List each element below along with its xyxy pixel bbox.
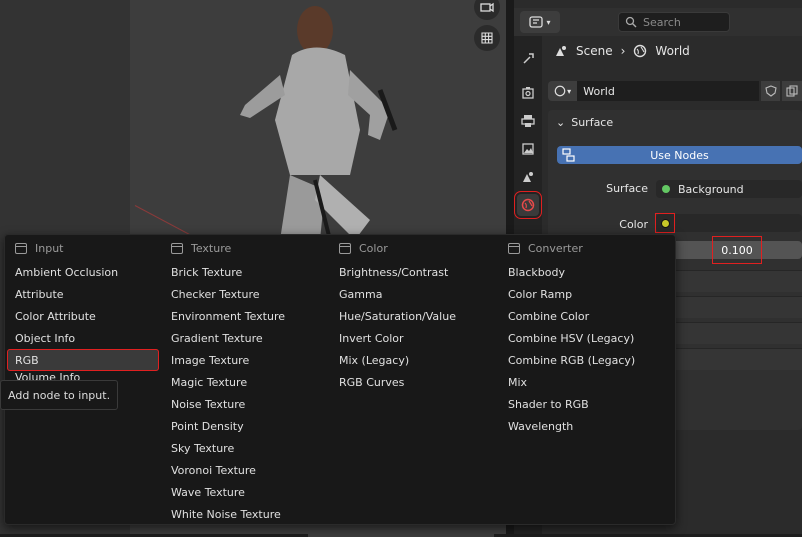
menu-column-header: Converter [500,235,670,261]
render-tab[interactable] [517,82,539,104]
menu-item[interactable]: Mix [500,371,670,393]
menu-item[interactable]: Voronoi Texture [163,459,328,481]
menu-column-converter: Converter Blackbody Color Ramp Combine C… [500,235,670,437]
chevron-right-icon: › [620,44,626,58]
menu-item[interactable]: Invert Color [331,327,496,349]
menu-item[interactable]: Brick Texture [163,261,328,283]
menu-item[interactable]: Combine RGB (Legacy) [500,349,670,371]
menu-item[interactable]: Checker Texture [163,283,328,305]
search-icon [625,16,637,28]
breadcrumb: Scene › World [554,44,690,58]
breadcrumb-scene[interactable]: Scene [576,44,613,58]
converter-category-icon [508,242,520,254]
input-category-icon [15,242,27,254]
strength-value[interactable]: 0.100 [712,236,762,264]
surface-label: Surface [606,182,648,195]
world-icon [634,44,647,58]
viewport-bottom-button[interactable] [308,527,494,537]
menu-column-header: Input [7,235,159,261]
camera-back-icon [522,87,534,99]
menu-item[interactable]: Environment Texture [163,305,328,327]
scene-tab[interactable] [517,166,539,188]
tool-tab[interactable] [517,48,539,70]
surface-panel-title: Surface [571,116,614,129]
menu-item[interactable]: Brightness/Contrast [331,261,496,283]
view-layer-tab[interactable] [517,138,539,160]
menu-item[interactable]: RGB Curves [331,371,496,393]
character-model[interactable] [220,0,420,240]
menu-item[interactable]: Hue/Saturation/Value [331,305,496,327]
chevron-down-icon: ⌄ [556,116,566,129]
menu-item[interactable]: Blackbody [500,261,670,283]
texture-category-icon [171,242,183,254]
shader-socket-icon [662,185,670,193]
properties-editor-icon [529,16,544,28]
menu-column-texture: Texture Brick Texture Checker Texture En… [163,235,328,525]
menu-item[interactable]: Sky Texture [163,437,328,459]
duplicate-button[interactable] [782,81,802,101]
tooltip: Add node to input. [0,380,118,410]
menu-item[interactable]: Mix (Legacy) [331,349,496,371]
menu-item[interactable]: Attribute [7,283,159,305]
scene-icon [556,46,566,56]
chevron-down-icon: ▾ [546,17,551,27]
world-name-field[interactable]: World [577,81,759,101]
image-icon [522,143,534,155]
menu-column-header: Color [331,235,496,261]
wrench-icon [523,53,534,64]
use-nodes-button[interactable]: Use Nodes [557,146,802,164]
menu-item[interactable]: Gamma [331,283,496,305]
world-icon [521,198,535,212]
properties-header: ▾ Search [514,8,802,36]
surface-value: Background [678,182,744,196]
search-placeholder: Search [643,15,681,29]
menu-item[interactable]: Ambient Occlusion [7,261,159,283]
world-icon [554,85,566,97]
world-datablock-field: ▾ World [548,80,802,102]
menu-item[interactable]: Color Ramp [500,283,670,305]
menu-item[interactable]: Noise Texture [163,393,328,415]
color-socket-icon [660,218,670,228]
menu-item[interactable]: Color Attribute [7,305,159,327]
fake-user-button[interactable] [760,81,781,101]
menu-item[interactable]: Magic Texture [163,371,328,393]
menu-item[interactable]: Combine Color [500,305,670,327]
menu-item[interactable]: Object Info [7,327,159,349]
grid-view-icon[interactable] [474,25,500,51]
color-label: Color [619,218,648,231]
color-socket-button[interactable] [655,213,675,233]
menu-column-color: Color Brightness/Contrast Gamma Hue/Satu… [331,235,496,393]
menu-item[interactable]: Wavelength [500,415,670,437]
use-nodes-label: Use Nodes [650,148,709,162]
menu-item[interactable]: Gradient Texture [163,327,328,349]
menu-item[interactable]: Shader to RGB [500,393,670,415]
world-tab[interactable] [514,191,542,219]
surface-shader-field[interactable]: Background [656,180,802,198]
camera-view-icon[interactable] [474,0,500,20]
color-field[interactable] [656,214,802,232]
menu-item[interactable]: White Noise Texture [163,503,328,525]
breadcrumb-world[interactable]: World [655,44,689,58]
copy-icon [786,85,798,97]
menu-item-rgb[interactable]: RGB [7,349,159,371]
menu-column-header: Texture [163,235,328,261]
world-browse-button[interactable]: ▾ [548,81,578,101]
editor-type-button[interactable]: ▾ [520,11,560,33]
shield-icon [765,85,777,97]
output-tab[interactable] [517,110,539,132]
menu-item[interactable]: Wave Texture [163,481,328,503]
surface-panel-header[interactable]: ⌄ Surface [556,116,613,129]
menu-item[interactable]: Combine HSV (Legacy) [500,327,670,349]
menu-item[interactable]: Image Texture [163,349,328,371]
printer-icon [521,115,535,127]
color-category-icon [339,242,351,254]
node-tree-icon [562,148,575,162]
menu-item[interactable]: Point Density [163,415,328,437]
search-input[interactable]: Search [618,12,730,32]
menu-column-input: Input Ambient Occlusion Attribute Color … [7,235,159,383]
scene-icon [523,172,533,182]
chevron-down-icon: ▾ [567,86,572,96]
